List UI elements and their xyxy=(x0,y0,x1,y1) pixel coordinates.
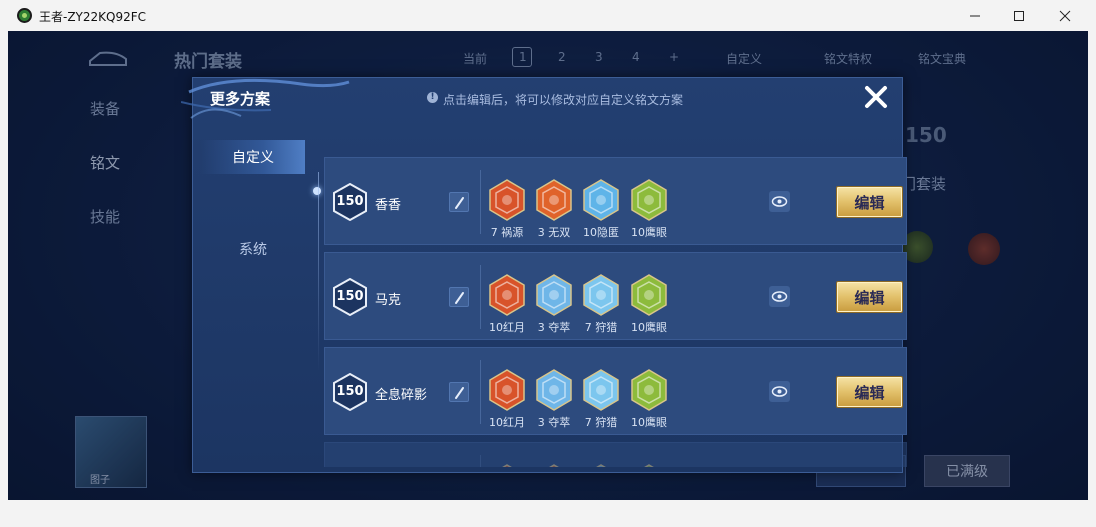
window-title: 王者-ZY22KQ92FC xyxy=(39,10,147,24)
scheme-list[interactable]: 150 香香 7 祸源 3 无双 10隐匿 10鹰眼 编辑 150 马克 10红月 3 夺萃 7 狩猎… xyxy=(324,157,907,467)
scheme-row: 150 全息碎影 10红月 3 夺萃 7 狩猎 10鹰眼 编辑 xyxy=(324,347,907,435)
rune-green-yingyan-icon[interactable] xyxy=(630,368,668,412)
rune-label: 10隐匿 xyxy=(583,226,619,239)
modal-header: 更多方案 ! 点击编辑后，将可以修改对应自定义铭文方案 xyxy=(181,78,902,119)
maximize-icon xyxy=(1014,10,1024,21)
rune-green-yingyan-icon[interactable] xyxy=(630,178,668,222)
preview-button[interactable] xyxy=(769,381,790,402)
pencil-icon xyxy=(455,292,464,304)
row-divider xyxy=(480,455,481,467)
rune-blue-duocui-icon[interactable] xyxy=(535,368,573,412)
rune-label: 10红月 xyxy=(489,416,525,429)
more-schemes-modal: 更多方案 ! 点击编辑后，将可以修改对应自定义铭文方案 自定义 系统 150 香香… xyxy=(181,77,907,473)
scheme-row: 150 马克 10红月 3 夺萃 7 狩猎 10鹰眼 编辑 xyxy=(324,252,907,340)
preview-button[interactable] xyxy=(769,286,790,307)
rename-button[interactable] xyxy=(449,287,469,307)
rune-green-yingyan-icon[interactable] xyxy=(630,273,668,317)
rune-label: 7 祸源 xyxy=(490,226,524,239)
scheme-level: 150 xyxy=(336,384,364,399)
scheme-row: 150 香香 7 祸源 3 无双 10隐匿 10鹰眼 编辑 xyxy=(324,157,907,245)
scheme-level: 150 xyxy=(336,289,364,304)
rune-label: 7 狩猎 xyxy=(584,416,618,429)
rune-blue-shoulie-icon[interactable] xyxy=(582,368,620,412)
scheme-name: 马克 xyxy=(375,293,402,308)
rune-blue-shoulie-icon[interactable] xyxy=(582,273,620,317)
pencil-icon xyxy=(455,387,464,399)
rune-green-icon[interactable] xyxy=(630,463,668,467)
edit-scheme-button[interactable]: 编辑 xyxy=(836,186,903,218)
row-divider xyxy=(480,360,481,424)
tab-system[interactable]: 系统 xyxy=(201,232,305,266)
rune-red-hongyue-icon[interactable] xyxy=(488,368,526,412)
maximize-button[interactable] xyxy=(996,0,1042,31)
rename-button[interactable] xyxy=(449,382,469,402)
preview-button[interactable] xyxy=(769,191,790,212)
close-modal-button[interactable] xyxy=(861,82,891,112)
rune-label: 3 无双 xyxy=(537,226,571,239)
active-tab-indicator xyxy=(313,187,321,195)
rune-red-wushuang-icon[interactable] xyxy=(535,178,573,222)
info-icon: ! xyxy=(427,92,438,103)
row-divider xyxy=(480,170,481,234)
rune-blue-duocui-icon[interactable] xyxy=(535,273,573,317)
app-icon xyxy=(17,8,32,23)
modal-hint: 点击编辑后，将可以修改对应自定义铭文方案 xyxy=(443,93,684,107)
rune-label: 3 夺萃 xyxy=(537,416,571,429)
minimize-button[interactable] xyxy=(952,0,998,31)
modal-title: 更多方案 xyxy=(210,90,271,108)
eye-icon xyxy=(771,386,788,397)
window-bottom xyxy=(8,500,1088,527)
window-titlebar: 王者-ZY22KQ92FC xyxy=(0,0,1096,31)
rename-button[interactable] xyxy=(449,192,469,212)
rune-label: 7 狩猎 xyxy=(584,321,618,334)
rune-blue-icon[interactable] xyxy=(582,463,620,467)
scheme-level: 150 xyxy=(336,194,364,209)
tab-custom[interactable]: 自定义 xyxy=(201,140,305,174)
minimize-icon xyxy=(970,15,980,16)
rune-red-hongyue-icon[interactable] xyxy=(488,273,526,317)
scheme-name: 全息碎影 xyxy=(375,388,428,403)
game-viewport: 热门套装 装备 铭文 技能 当前 1 2 3 4 + 自定义 铭文特权 铭文宝典… xyxy=(8,31,1088,519)
rune-label: 10鹰眼 xyxy=(631,321,667,334)
rune-label: 10红月 xyxy=(489,321,525,334)
edit-scheme-button[interactable]: 编辑 xyxy=(836,281,903,313)
scheme-row: 150凯皇编辑 xyxy=(324,442,907,467)
rune-label: 10鹰眼 xyxy=(631,416,667,429)
close-window-button[interactable] xyxy=(1042,0,1088,31)
eye-icon xyxy=(771,196,788,207)
sidebar-divider xyxy=(318,172,319,372)
close-icon xyxy=(865,86,887,108)
rune-label: 3 夺萃 xyxy=(537,321,571,334)
close-icon xyxy=(1059,10,1071,21)
rune-label: 10鹰眼 xyxy=(631,226,667,239)
edit-scheme-button[interactable]: 编辑 xyxy=(836,376,903,408)
rune-blue-yinni-icon[interactable] xyxy=(582,178,620,222)
scheme-name: 香香 xyxy=(375,198,402,213)
row-divider xyxy=(480,265,481,329)
eye-icon xyxy=(771,291,788,302)
pencil-icon xyxy=(455,197,464,209)
rune-red-icon[interactable] xyxy=(535,463,573,467)
rune-red-huoyuan-icon[interactable] xyxy=(488,178,526,222)
rune-red-icon[interactable] xyxy=(488,463,526,467)
